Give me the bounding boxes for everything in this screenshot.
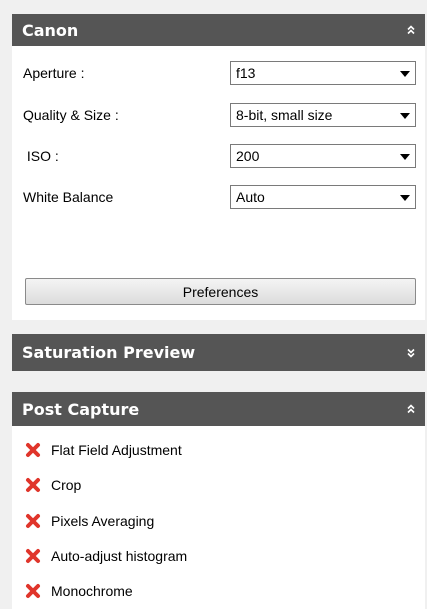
dropdown-arrow-icon (400, 113, 410, 119)
dropdown-arrow-icon (400, 154, 410, 160)
post-capture-item-label: Crop (51, 477, 82, 493)
white-balance-select[interactable]: Auto (230, 185, 416, 209)
dropdown-arrow-icon (400, 195, 410, 201)
aperture-value: f13 (236, 65, 256, 81)
iso-select[interactable]: 200 (230, 144, 416, 168)
saturation-preview-title: Saturation Preview (22, 343, 196, 362)
chevron-double-down-icon[interactable] (407, 334, 415, 371)
quality-size-select[interactable]: 8-bit, small size (230, 103, 416, 127)
post-capture-item-label: Flat Field Adjustment (51, 442, 182, 458)
chevron-double-up-icon[interactable] (407, 392, 415, 426)
aperture-label: Aperture : (23, 65, 85, 81)
post-capture-item-pixels-averaging[interactable]: Pixels Averaging (24, 509, 404, 533)
quality-size-row: Quality & Size : 8-bit, small size (12, 103, 425, 129)
aperture-row: Aperture : f13 (12, 61, 425, 87)
quality-size-label: Quality & Size : (23, 107, 119, 123)
canon-panel-title: Canon (22, 20, 79, 40)
chevron-double-up-icon[interactable] (407, 14, 415, 46)
white-balance-row: White Balance Auto (12, 185, 425, 211)
iso-value: 200 (236, 148, 260, 164)
iso-label: ISO : (23, 148, 59, 164)
saturation-preview-panel: Saturation Preview (12, 334, 425, 371)
preferences-button[interactable]: Preferences (25, 278, 416, 305)
post-capture-item-auto-adjust-histogram[interactable]: Auto-adjust histogram (24, 544, 404, 568)
white-balance-label: White Balance (23, 189, 114, 205)
canon-panel-header[interactable]: Canon (12, 14, 425, 46)
post-capture-item-label: Monochrome (51, 583, 133, 599)
post-capture-item-flat-field[interactable]: Flat Field Adjustment (24, 438, 404, 462)
post-capture-item-crop[interactable]: Crop (24, 473, 404, 497)
red-x-icon[interactable] (24, 547, 42, 565)
aperture-select[interactable]: f13 (230, 61, 416, 85)
post-capture-panel: Post Capture Flat Field Adjustment Crop (12, 392, 425, 609)
saturation-preview-header[interactable]: Saturation Preview (12, 334, 425, 371)
post-capture-item-label: Auto-adjust histogram (51, 548, 188, 564)
post-capture-header[interactable]: Post Capture (12, 392, 425, 426)
post-capture-item-label: Pixels Averaging (51, 513, 155, 529)
red-x-icon[interactable] (24, 512, 42, 530)
red-x-icon[interactable] (24, 476, 42, 494)
post-capture-item-monochrome[interactable]: Monochrome (24, 579, 404, 603)
red-x-icon[interactable] (24, 441, 42, 459)
quality-size-value: 8-bit, small size (236, 107, 333, 123)
red-x-icon[interactable] (24, 582, 42, 600)
dropdown-arrow-icon (400, 71, 410, 77)
iso-row: ISO : 200 (12, 144, 425, 170)
post-capture-title: Post Capture (22, 399, 140, 419)
white-balance-value: Auto (236, 189, 265, 205)
canon-panel: Canon Aperture : f13 Quality & Size : 8-… (12, 14, 425, 320)
